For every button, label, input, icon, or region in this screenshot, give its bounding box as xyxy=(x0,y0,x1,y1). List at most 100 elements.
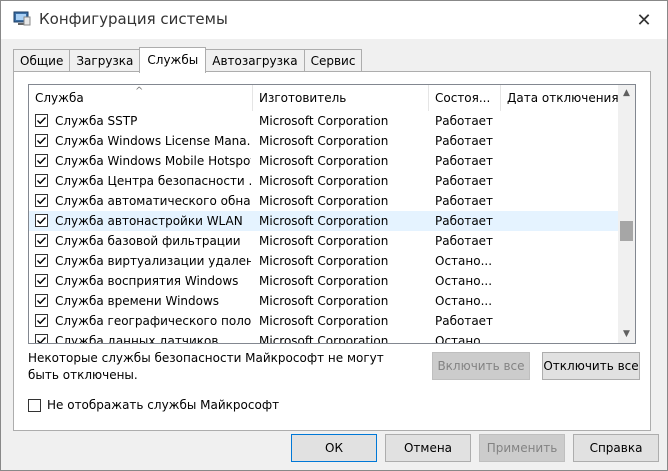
disable-all-button[interactable]: Отключить все xyxy=(542,352,640,380)
service-manufacturer: Microsoft Corporation xyxy=(259,134,389,148)
service-manufacturer: Microsoft Corporation xyxy=(259,234,389,248)
table-row[interactable]: Служба автонастройки WLAN Microsoft Corpo… xyxy=(29,211,619,231)
scroll-down-icon[interactable]: ▼ xyxy=(618,326,635,343)
hide-microsoft-services-checkbox[interactable] xyxy=(28,399,41,412)
service-checkbox[interactable] xyxy=(35,274,48,287)
help-button[interactable]: Справка xyxy=(573,434,659,462)
service-status: Работает xyxy=(435,174,494,188)
service-checkbox[interactable] xyxy=(35,334,48,343)
table-row[interactable]: Служба Windows Mobile Hotspot Microsoft C… xyxy=(29,151,619,171)
service-status: Работает xyxy=(435,314,494,328)
service-manufacturer: Microsoft Corporation xyxy=(259,314,389,328)
service-manufacturer: Microsoft Corporation xyxy=(259,294,389,308)
service-manufacturer: Microsoft Corporation xyxy=(259,274,389,288)
checkmark-icon xyxy=(37,217,47,225)
service-status: Остано... xyxy=(435,334,493,344)
service-checkbox[interactable] xyxy=(35,194,48,207)
service-manufacturer: Microsoft Corporation xyxy=(259,214,389,228)
services-panel: Служба ^ Изготовитель Состоя... Дата отк… xyxy=(13,71,651,431)
service-name: Служба SSTP xyxy=(55,114,138,128)
checkmark-icon xyxy=(37,137,47,145)
service-status: Работает xyxy=(435,214,494,228)
scroll-thumb[interactable] xyxy=(620,221,633,241)
checkmark-icon xyxy=(37,297,47,305)
service-status: Остано... xyxy=(435,254,493,268)
hide-microsoft-services-label: Не отображать службы Майкрософт xyxy=(47,398,280,412)
service-status: Работает xyxy=(435,234,494,248)
service-checkbox[interactable] xyxy=(35,214,48,227)
checkmark-icon xyxy=(37,117,47,125)
scroll-up-icon[interactable]: ▲ xyxy=(618,85,635,102)
service-name: Служба Windows License Mana... xyxy=(55,134,251,148)
security-services-note: Некоторые службы безопасности Майкрософт… xyxy=(28,351,384,382)
table-row[interactable]: Служба Центра безопасности ... Microsoft … xyxy=(29,171,619,191)
service-manufacturer: Microsoft Corporation xyxy=(259,254,389,268)
service-checkbox[interactable] xyxy=(35,234,48,247)
service-name: Служба данных датчиков xyxy=(55,334,219,344)
service-checkbox[interactable] xyxy=(35,254,48,267)
table-row[interactable]: Служба восприятия Windows Microsoft Corpo… xyxy=(29,271,619,291)
service-checkbox[interactable] xyxy=(35,114,48,127)
close-button[interactable]: ✕ xyxy=(621,1,667,39)
service-name: Служба автонастройки WLAN xyxy=(55,214,243,228)
list-header: Служба ^ Изготовитель Состоя... Дата отк… xyxy=(29,85,619,111)
table-row[interactable]: Служба базовой фильтрации Microsoft Corpo… xyxy=(29,231,619,251)
service-name: Служба Windows Mobile Hotspot xyxy=(55,154,251,168)
cancel-button[interactable]: Отмена xyxy=(385,434,471,462)
service-manufacturer: Microsoft Corporation xyxy=(259,114,389,128)
msconfig-app-icon xyxy=(13,11,31,27)
service-name: Служба Центра безопасности ... xyxy=(55,174,251,188)
tab-general[interactable]: Общие xyxy=(13,49,71,72)
service-checkbox[interactable] xyxy=(35,314,48,327)
checkmark-icon xyxy=(37,337,47,343)
table-row[interactable]: Служба автоматического обна... Microsoft … xyxy=(29,191,619,211)
service-checkbox[interactable] xyxy=(35,154,48,167)
table-row[interactable]: Служба SSTP Microsoft Corporation Работает xyxy=(29,111,619,131)
ok-button[interactable]: ОК xyxy=(291,434,377,462)
table-row[interactable]: Служба географического поло... Microsoft … xyxy=(29,311,619,331)
service-name: Служба географического поло... xyxy=(55,314,251,328)
service-status: Остано... xyxy=(435,274,493,288)
sort-ascending-icon: ^ xyxy=(135,86,144,97)
table-row[interactable]: Служба Windows License Mana... Microsoft … xyxy=(29,131,619,151)
service-status: Работает xyxy=(435,194,494,208)
window-title: Конфигурация системы xyxy=(39,10,228,28)
service-status: Работает xyxy=(435,134,494,148)
checkmark-icon xyxy=(37,157,47,165)
apply-button[interactable]: Применить xyxy=(479,434,565,462)
enable-all-button[interactable]: Включить все xyxy=(432,352,530,380)
service-manufacturer: Microsoft Corporation xyxy=(259,194,389,208)
tab-strip: Общие Загрузка Службы Автозагрузка Серви… xyxy=(13,47,363,73)
table-row[interactable]: Служба виртуализации удален... Microsoft … xyxy=(29,251,619,271)
column-header-status[interactable]: Состоя... xyxy=(429,85,501,111)
tab-services[interactable]: Службы xyxy=(139,47,207,73)
checkmark-icon xyxy=(37,177,47,185)
service-name: Служба виртуализации удален... xyxy=(55,254,251,268)
service-name: Служба восприятия Windows xyxy=(55,274,239,288)
tab-boot[interactable]: Загрузка xyxy=(69,49,141,72)
close-icon: ✕ xyxy=(636,9,652,31)
tab-startup[interactable]: Автозагрузка xyxy=(205,49,305,72)
service-rows: Служба SSTP Microsoft Corporation Работает… xyxy=(29,111,619,344)
checkmark-icon xyxy=(37,277,47,285)
column-header-disabled-date[interactable]: Дата отключения xyxy=(501,85,619,111)
table-row[interactable]: Служба времени Windows Microsoft Corporat… xyxy=(29,291,619,311)
column-header-manufacturer[interactable]: Изготовитель xyxy=(253,85,429,111)
service-checkbox[interactable] xyxy=(35,294,48,307)
checkmark-icon xyxy=(37,317,47,325)
service-checkbox[interactable] xyxy=(35,174,48,187)
service-name: Служба автоматического обна... xyxy=(55,194,251,208)
services-list: Служба ^ Изготовитель Состоя... Дата отк… xyxy=(28,84,636,344)
table-row[interactable]: Служба данных датчиков Microsoft Corporat… xyxy=(29,331,619,344)
service-name: Служба базовой фильтрации xyxy=(55,234,241,248)
title-bar[interactable]: Конфигурация системы ✕ xyxy=(1,1,667,39)
service-manufacturer: Microsoft Corporation xyxy=(259,154,389,168)
vertical-scrollbar[interactable]: ▲ ▼ xyxy=(618,85,635,343)
service-status: Остано... xyxy=(435,294,493,308)
service-checkbox[interactable] xyxy=(35,134,48,147)
tab-tools[interactable]: Сервис xyxy=(303,49,363,72)
system-config-window: Конфигурация системы ✕ Общие Загрузка Сл… xyxy=(0,0,668,471)
service-name: Служба времени Windows xyxy=(55,294,220,308)
column-header-service[interactable]: Служба ^ xyxy=(29,85,253,111)
checkmark-icon xyxy=(37,237,47,245)
